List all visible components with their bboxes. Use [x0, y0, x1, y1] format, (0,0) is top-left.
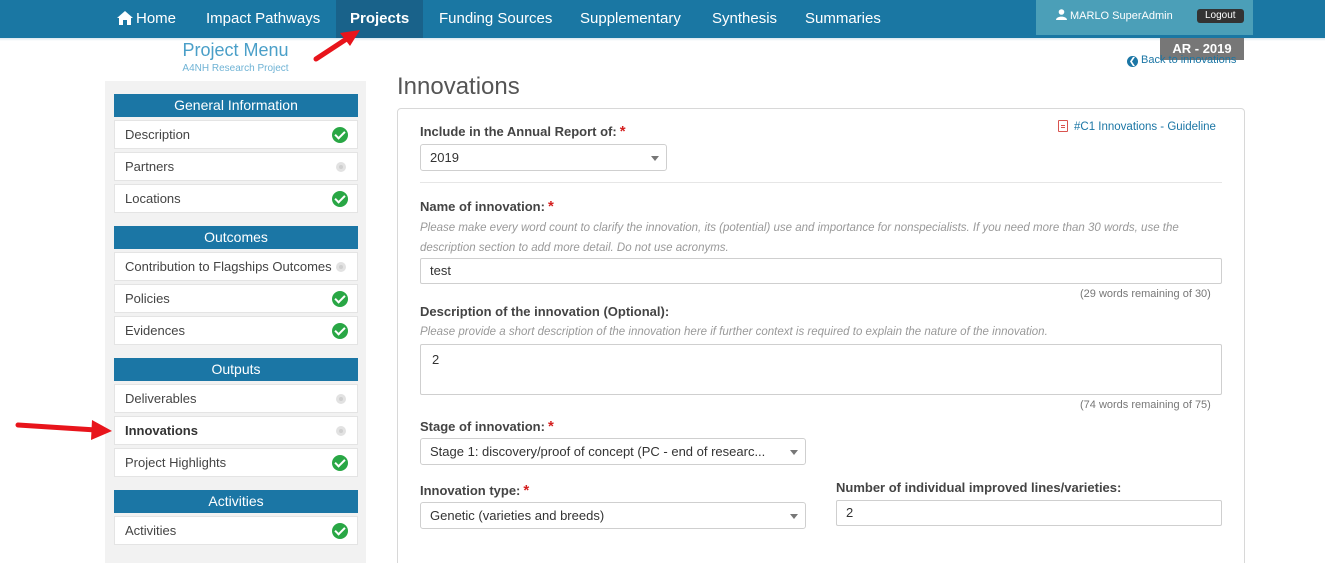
- sidebar-item-policies[interactable]: Policies: [114, 284, 358, 313]
- annual-report-label: Include in the Annual Report of: *: [420, 123, 626, 140]
- description-label: Description of the innovation (Optional)…: [420, 304, 670, 319]
- nav-synthesis[interactable]: Synthesis: [698, 0, 791, 38]
- user-box: MARLO SuperAdmin Logout: [1036, 0, 1253, 35]
- sidebar-item-label: Project Highlights: [125, 455, 227, 470]
- sidebar-item-evidences[interactable]: Evidences: [114, 316, 358, 345]
- sidebar-item-label: Evidences: [125, 323, 185, 338]
- pending-dot-icon: [336, 262, 346, 272]
- check-circle-icon: [332, 323, 348, 339]
- pending-dot-icon: [336, 394, 346, 404]
- nav-supplementary[interactable]: Supplementary: [566, 0, 695, 38]
- sidebar-item-label: Partners: [125, 159, 175, 174]
- nav-summaries[interactable]: Summaries: [791, 0, 895, 38]
- back-to-innovations-link[interactable]: ❮ Back to innovations: [1127, 54, 1236, 67]
- stage-label: Stage of innovation: *: [420, 418, 554, 435]
- description-textarea[interactable]: 2: [420, 344, 1222, 395]
- innovation-name-label: Name of innovation: *: [420, 198, 554, 215]
- innovation-type-value: Genetic (varieties and breeds): [430, 508, 605, 523]
- form-divider: [420, 182, 1222, 183]
- home-icon: [117, 2, 133, 40]
- improved-lines-label: Number of individual improved lines/vari…: [836, 480, 1122, 495]
- user-menu[interactable]: MARLO SuperAdmin: [1056, 0, 1173, 34]
- sidebar-item-contribution-flagships[interactable]: Contribution to Flagships Outcomes: [114, 252, 358, 281]
- sidebar-item-label: Innovations: [125, 423, 198, 438]
- page-title: Innovations: [397, 73, 520, 100]
- innovation-name-label-text: Name of innovation:: [420, 199, 545, 214]
- annual-report-label-text: Include in the Annual Report of:: [420, 124, 617, 139]
- sidebar-item-label: Policies: [125, 291, 170, 306]
- required-asterisk: *: [547, 418, 554, 435]
- required-asterisk: *: [547, 198, 554, 215]
- section-general-information: General Information: [114, 94, 358, 117]
- annual-report-value: 2019: [430, 150, 459, 165]
- annotation-arrow-icon: [313, 30, 360, 62]
- annual-report-select[interactable]: 2019: [420, 144, 667, 171]
- section-activities: Activities: [114, 490, 358, 513]
- innovation-name-help: Please make every word count to clarify …: [420, 222, 1179, 254]
- sidebar-item-project-highlights[interactable]: Project Highlights: [114, 448, 358, 477]
- caret-down-icon: [651, 156, 659, 161]
- section-outcomes: Outcomes: [114, 226, 358, 249]
- sidebar-item-partners[interactable]: Partners: [114, 152, 358, 181]
- innovation-type-select[interactable]: Genetic (varieties and breeds): [420, 502, 806, 529]
- sidebar-item-deliverables[interactable]: Deliverables: [114, 384, 358, 413]
- nav-home-label: Home: [136, 10, 177, 27]
- pdf-file-icon: [1058, 120, 1068, 132]
- improved-lines-input[interactable]: 2: [836, 500, 1222, 526]
- description-help: Please provide a short description of th…: [420, 326, 1048, 338]
- sidebar-item-locations[interactable]: Locations: [114, 184, 358, 213]
- stage-label-text: Stage of innovation:: [420, 419, 545, 434]
- name-word-counter: (29 words remaining of 30): [1080, 288, 1211, 300]
- sidebar-item-innovations[interactable]: Innovations: [114, 416, 358, 445]
- required-asterisk: *: [619, 123, 626, 140]
- user-icon: [1056, 1, 1067, 34]
- check-circle-icon: [332, 455, 348, 471]
- required-asterisk: *: [523, 482, 530, 499]
- section-outputs: Outputs: [114, 358, 358, 381]
- sidebar-item-label: Contribution to Flagships Outcomes: [125, 259, 332, 274]
- description-word-counter: (74 words remaining of 75): [1080, 399, 1211, 411]
- pending-dot-icon: [336, 426, 346, 436]
- check-circle-icon: [332, 523, 348, 539]
- nav-funding-sources[interactable]: Funding Sources: [425, 0, 566, 38]
- innovation-name-input[interactable]: test: [420, 258, 1222, 284]
- guideline-link[interactable]: #C1 Innovations - Guideline: [1058, 120, 1216, 133]
- logout-button[interactable]: Logout: [1197, 9, 1244, 23]
- sidebar-item-description[interactable]: Description: [114, 120, 358, 149]
- check-circle-icon: [332, 127, 348, 143]
- sidebar-item-label: Description: [125, 127, 191, 142]
- back-arrow-icon: ❮: [1127, 56, 1138, 67]
- sidebar-item-label: Locations: [125, 191, 181, 206]
- project-menu-subtitle: A4NH Research Project: [182, 63, 289, 74]
- sidebar-item-label: Activities: [125, 523, 177, 538]
- annotation-arrow-icon: [15, 420, 112, 440]
- pending-dot-icon: [336, 162, 346, 172]
- check-circle-icon: [332, 191, 348, 207]
- sidebar-item-activities[interactable]: Activities: [114, 516, 358, 545]
- caret-down-icon: [790, 514, 798, 519]
- user-name: MARLO SuperAdmin: [1070, 10, 1173, 22]
- stage-value: Stage 1: discovery/proof of concept (PC …: [430, 444, 766, 459]
- check-circle-icon: [332, 291, 348, 307]
- sidebar-item-label: Deliverables: [125, 391, 197, 406]
- caret-down-icon: [790, 450, 798, 455]
- guideline-link-label: #C1 Innovations - Guideline: [1074, 121, 1216, 133]
- stage-select[interactable]: Stage 1: discovery/proof of concept (PC …: [420, 438, 806, 465]
- back-link-label: Back to innovations: [1141, 54, 1237, 66]
- innovation-type-label: Innovation type: *: [420, 482, 529, 499]
- nav-home[interactable]: Home: [103, 0, 190, 38]
- innovation-type-label-text: Innovation type:: [420, 483, 521, 498]
